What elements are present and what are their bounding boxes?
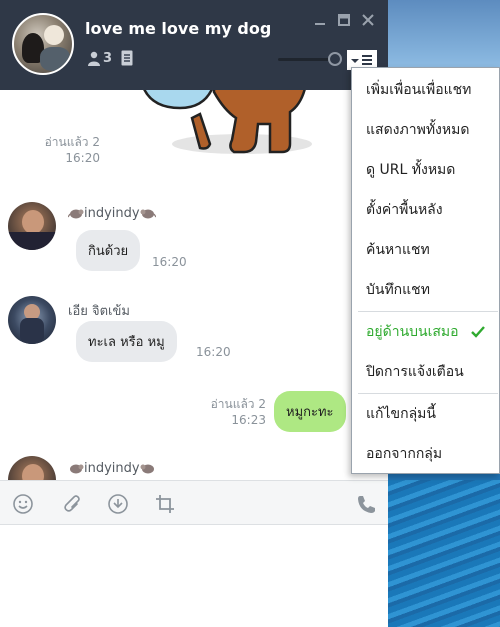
member-count[interactable]: 3	[103, 51, 112, 66]
sender-name-text: indyindy	[84, 461, 140, 476]
note-icon[interactable]	[121, 50, 133, 66]
attach-icon[interactable]	[59, 493, 81, 515]
message-time: 16:20	[65, 151, 100, 165]
desktop-sky	[388, 0, 500, 70]
chat-window: love me love my dog 3 อ่านแล้ว 2 16:20 i…	[0, 0, 388, 627]
menu-item-edit-group[interactable]: แก้ไขกลุ่มนี้	[352, 394, 500, 434]
read-label: อ่านแล้ว 2	[210, 397, 266, 411]
phone-icon[interactable]	[355, 493, 377, 515]
crop-icon[interactable]	[154, 493, 176, 515]
avatar[interactable]	[8, 296, 56, 344]
close-icon[interactable]	[360, 12, 376, 28]
rat-emoji-icon	[140, 209, 156, 219]
input-toolbar	[0, 480, 388, 525]
message-list[interactable]: อ่านแล้ว 2 16:20 indyindy กินด้วย 16:20 …	[0, 90, 388, 480]
read-receipt: อ่านแล้ว 2 16:23	[186, 396, 266, 428]
sender-name: indyindy	[68, 206, 156, 221]
message-bubble[interactable]: กินด้วย	[76, 230, 141, 271]
emoji-icon[interactable]	[12, 493, 34, 515]
read-receipt: อ่านแล้ว 2 16:20	[20, 134, 100, 166]
message-input[interactable]	[0, 525, 388, 627]
read-label: อ่านแล้ว 2	[44, 135, 100, 149]
checkmark-icon	[471, 326, 485, 338]
desktop-sea	[388, 480, 500, 627]
message-time: 16:23	[231, 413, 266, 427]
rat-emoji-icon	[68, 209, 84, 219]
dog-sticker	[143, 90, 312, 154]
menu-item-leave-group[interactable]: ออกจากกลุ่ม	[352, 434, 500, 474]
chat-options-menu: เพิ่มเพื่อนเพื่อแชท แสดงภาพทั้งหมด ดู UR…	[351, 67, 500, 474]
menu-item-view-all-urls[interactable]: ดู URL ทั้งหมด	[352, 150, 500, 190]
menu-item-mute-notifications[interactable]: ปิดการแจ้งเตือน	[352, 352, 500, 392]
chat-title: love me love my dog	[85, 19, 272, 38]
rat-emoji-icon	[140, 464, 154, 474]
menu-item-always-on-top[interactable]: อยู่ด้านบนเสมอ	[352, 312, 500, 352]
message-time: 16:20	[196, 345, 231, 359]
menu-item-background-settings[interactable]: ตั้งค่าพื้นหลัง	[352, 190, 500, 230]
message-time: 16:20	[152, 255, 187, 269]
avatar[interactable]	[8, 202, 56, 250]
minimize-icon[interactable]	[312, 12, 328, 28]
group-avatar[interactable]	[12, 13, 74, 75]
sender-name-text: indyindy	[84, 206, 140, 221]
menu-item-label: อยู่ด้านบนเสมอ	[366, 324, 459, 340]
sender-name: indyindy	[68, 461, 156, 476]
download-icon[interactable]	[107, 493, 129, 515]
chat-header: love me love my dog 3	[0, 0, 388, 90]
slider-knob[interactable]	[328, 52, 342, 66]
rat-emoji-icon	[70, 464, 84, 474]
menu-item-add-friend[interactable]: เพิ่มเพื่อนเพื่อแชท	[352, 70, 500, 110]
message-bubble-outgoing[interactable]: หมูกะทะ	[274, 391, 346, 432]
menu-item-search-chat[interactable]: ค้นหาแชท	[352, 230, 500, 270]
message-bubble[interactable]: ทะเล หรือ หมู	[76, 321, 177, 362]
maximize-icon[interactable]	[336, 12, 352, 28]
menu-item-show-all-photos[interactable]: แสดงภาพทั้งหมด	[352, 110, 500, 150]
avatar[interactable]	[8, 456, 56, 480]
sender-name: เอีย จิตเข้ม	[68, 304, 130, 319]
member-icon[interactable]	[87, 51, 101, 66]
menu-item-save-chat[interactable]: บันทึกแชท	[352, 270, 500, 310]
